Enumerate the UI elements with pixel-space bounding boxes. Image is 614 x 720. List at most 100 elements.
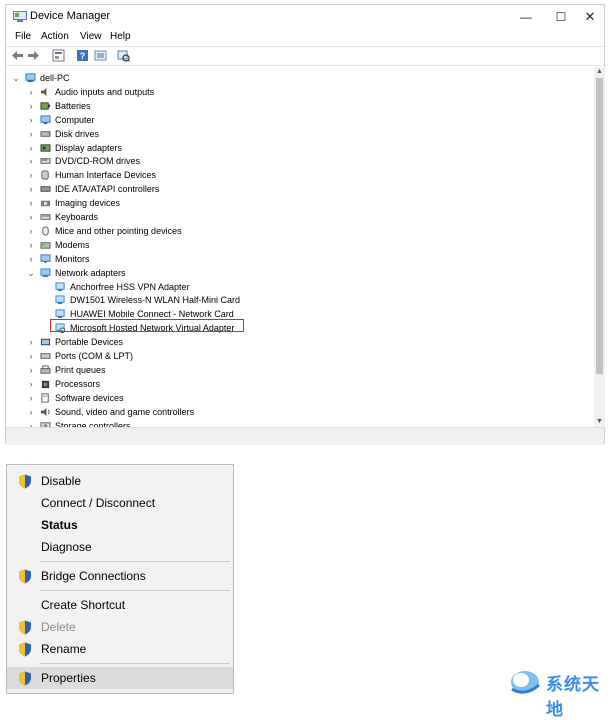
chevron-right-icon[interactable]: ›	[27, 210, 35, 224]
tree-category[interactable]: › Batteries	[6, 99, 586, 113]
chevron-right-icon[interactable]: ›	[27, 363, 35, 377]
tree-category[interactable]: › Mice and other pointing devices	[6, 224, 586, 238]
chevron-right-icon[interactable]: ›	[27, 99, 35, 113]
menu-item-create-shortcut[interactable]: Create Shortcut	[7, 594, 233, 616]
network-adapter-item[interactable]: DW1501 Wireless-N WLAN Half-Mini Card	[6, 293, 586, 307]
tree-item-label: Software devices	[55, 392, 124, 403]
chevron-right-icon[interactable]: ›	[27, 377, 35, 391]
close-button[interactable]: ✕	[574, 5, 606, 29]
watermark-logo	[511, 671, 540, 694]
tree-item-label: Sound, video and game controllers	[55, 406, 195, 417]
chevron-right-icon[interactable]: ›	[27, 85, 35, 99]
chevron-right-icon[interactable]: ›	[27, 113, 35, 127]
device-tree[interactable]: ⌄ dell-PC › Audio inputs and outputs › Batter…	[6, 67, 593, 427]
scroll-up-icon[interactable]: ▲	[594, 67, 605, 77]
menu-item-properties[interactable]: Properties	[7, 667, 233, 689]
menu-item-disable[interactable]: Disable	[7, 470, 233, 492]
battery-icon	[40, 101, 51, 111]
properties-view-icon[interactable]	[52, 49, 65, 62]
vertical-scrollbar[interactable]: ▲ ▼	[594, 67, 605, 427]
menu-help[interactable]: Help	[110, 31, 131, 42]
menu-item-label: Status	[41, 518, 78, 532]
back-arrow-icon[interactable]	[11, 49, 24, 62]
menu-item-rename[interactable]: Rename	[7, 638, 233, 660]
portable-icon	[40, 337, 51, 347]
modem-icon	[40, 240, 51, 250]
chevron-right-icon[interactable]: ›	[27, 419, 35, 428]
tree-category[interactable]: › Monitors	[6, 252, 586, 266]
chevron-down-icon[interactable]: ⌄	[12, 71, 20, 85]
tree-item-label: Storage controllers	[55, 420, 131, 428]
tree-category[interactable]: › Software devices	[6, 391, 586, 405]
tree-root-pc[interactable]: ⌄ dell-PC	[6, 71, 586, 85]
tree-item-label: Anchorfree HSS VPN Adapter	[70, 281, 190, 292]
chevron-right-icon[interactable]: ›	[27, 224, 35, 238]
tree-category[interactable]: ⌄ Network adapters	[6, 266, 586, 280]
tree-category[interactable]: › Computer	[6, 113, 586, 127]
menu-action[interactable]: Action	[41, 31, 69, 42]
tree-category[interactable]: › Keyboards	[6, 210, 586, 224]
tree-category[interactable]: › Audio inputs and outputs	[6, 85, 586, 99]
tree-category[interactable]: › Imaging devices	[6, 196, 586, 210]
svg-text:?: ?	[80, 51, 86, 61]
forward-arrow-icon[interactable]	[27, 49, 40, 62]
chevron-right-icon[interactable]: ›	[27, 349, 35, 363]
tree-category[interactable]: › Display adapters	[6, 141, 586, 155]
window-title: Device Manager	[30, 10, 111, 22]
chevron-right-icon[interactable]: ›	[27, 405, 35, 419]
scrollbar-thumb[interactable]	[596, 78, 603, 374]
tree-category[interactable]: › Sound, video and game controllers	[6, 405, 586, 419]
tree-item-label: DW1501 Wireless-N WLAN Half-Mini Card	[70, 295, 241, 306]
minimize-button[interactable]: —	[510, 5, 542, 29]
menu-item-connect-disconnect[interactable]: Connect / Disconnect	[7, 492, 233, 514]
tree-item-label: IDE ATA/ATAPI controllers	[55, 184, 160, 195]
watermark-text: 系统天地	[546, 675, 600, 719]
hid-icon	[40, 170, 51, 180]
tree-item-label: Network adapters	[55, 267, 126, 278]
tree-category[interactable]: › Human Interface Devices	[6, 168, 586, 182]
chevron-right-icon[interactable]: ›	[27, 141, 35, 155]
tree-category[interactable]: › DVD/CD-ROM drives	[6, 154, 586, 168]
keyboard-icon	[40, 212, 51, 222]
chevron-right-icon[interactable]: ›	[27, 182, 35, 196]
tree-category[interactable]: › Disk drives	[6, 127, 586, 141]
tree-category[interactable]: › Modems	[6, 238, 586, 252]
maximize-button[interactable]: ☐	[545, 5, 577, 29]
tree-category[interactable]: › Storage controllers	[6, 419, 586, 428]
scroll-down-icon[interactable]: ▼	[594, 417, 605, 427]
menu-item-bridge-connections[interactable]: Bridge Connections	[7, 565, 233, 587]
title-bar[interactable]: Device Manager — ☐ ✕	[6, 5, 604, 29]
menu-item-status[interactable]: Status	[7, 514, 233, 536]
chevron-right-icon[interactable]: ›	[27, 238, 35, 252]
chevron-right-icon[interactable]: ›	[27, 154, 35, 168]
tree-category[interactable]: › Print queues	[6, 363, 586, 377]
uac-shield-icon	[18, 620, 32, 635]
chevron-right-icon[interactable]: ›	[27, 127, 35, 141]
update-driver-icon[interactable]	[94, 49, 107, 62]
chevron-right-icon[interactable]: ›	[27, 252, 35, 266]
menu-item-diagnose[interactable]: Diagnose	[7, 536, 233, 558]
tree-category[interactable]: › IDE ATA/ATAPI controllers	[6, 182, 586, 196]
tree-item-label: Modems	[55, 239, 90, 250]
chevron-right-icon[interactable]: ›	[27, 391, 35, 405]
menu-view[interactable]: View	[80, 31, 102, 42]
help-icon[interactable]: ?	[76, 49, 89, 62]
menu-item-label: Rename	[41, 642, 87, 656]
scan-hardware-icon[interactable]	[117, 49, 130, 62]
tree-item-label: Monitors	[55, 253, 90, 264]
chevron-right-icon[interactable]: ›	[27, 196, 35, 210]
network-adapter-item[interactable]: Anchorfree HSS VPN Adapter	[6, 280, 586, 294]
tree-item-label: Computer	[55, 114, 95, 125]
ide-icon	[40, 184, 51, 194]
menu-file[interactable]: File	[15, 31, 31, 42]
chevron-right-icon[interactable]: ›	[27, 168, 35, 182]
chevron-right-icon[interactable]: ›	[27, 335, 35, 349]
tree-category[interactable]: › Processors	[6, 377, 586, 391]
disk-icon	[40, 129, 51, 139]
chevron-down-icon[interactable]: ⌄	[27, 266, 35, 280]
tree-category[interactable]: › Ports (COM & LPT)	[6, 349, 586, 363]
device-manager-app-icon	[13, 11, 27, 22]
tree-category[interactable]: › Portable Devices	[6, 335, 586, 349]
menu-item-delete: Delete	[7, 616, 233, 638]
printer-icon	[40, 365, 51, 375]
